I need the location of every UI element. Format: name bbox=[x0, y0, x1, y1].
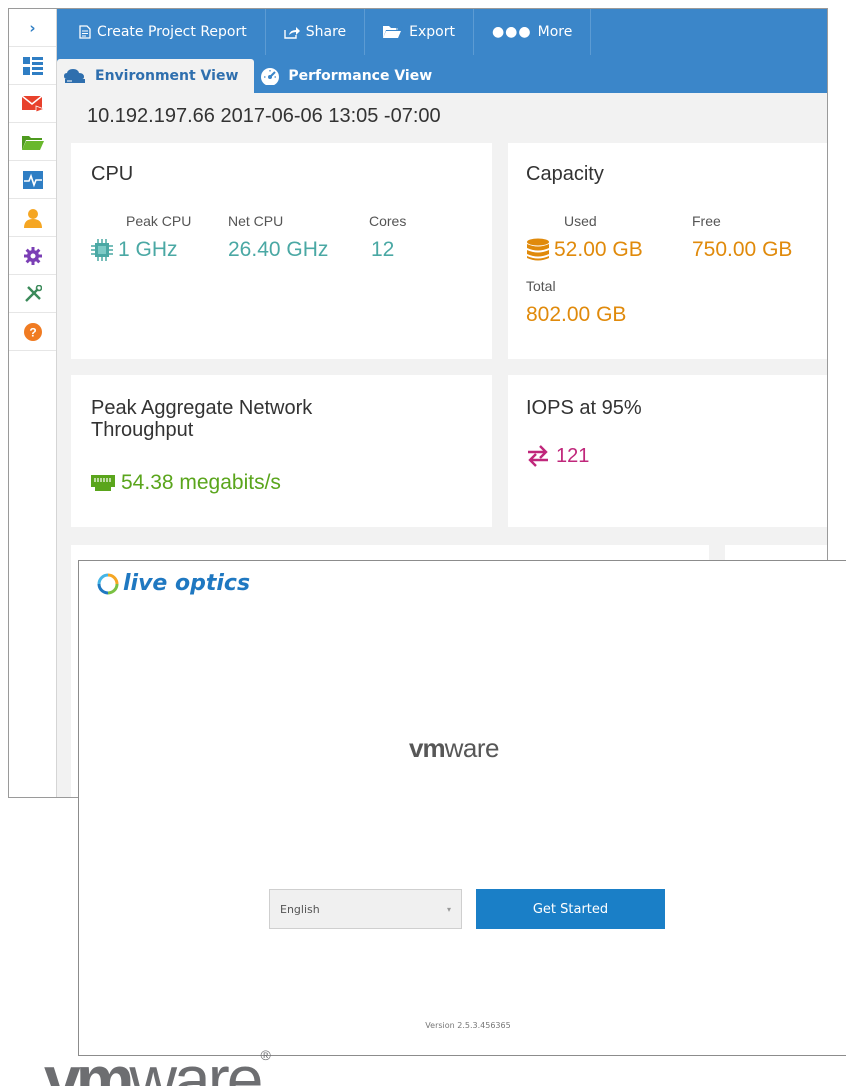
capacity-title: Capacity bbox=[526, 163, 604, 185]
vmware-wordmark-large: vmware® bbox=[44, 1022, 271, 1086]
launcher-window: live optics vmware English ▾ Get Started… bbox=[78, 560, 846, 1056]
document-icon bbox=[79, 25, 91, 39]
sidebar-item-activity[interactable] bbox=[9, 161, 56, 199]
sidebar: › ? bbox=[9, 9, 57, 797]
view-tabs: Environment View Performance View bbox=[57, 55, 827, 93]
tools-icon bbox=[24, 284, 42, 302]
cloud-server-icon bbox=[64, 69, 85, 83]
transfer-arrows-icon bbox=[528, 445, 548, 467]
create-report-button[interactable]: Create Project Report bbox=[61, 9, 266, 55]
peak-cpu-label: Peak CPU bbox=[126, 213, 192, 229]
database-icon bbox=[527, 238, 549, 261]
vmware-wordmark-ware: ware bbox=[129, 1042, 263, 1086]
vmware-wordmark-vm: vm bbox=[44, 1042, 134, 1086]
speedometer-icon bbox=[261, 68, 280, 85]
vmware-logo-vm: vm bbox=[409, 733, 446, 763]
sidebar-item-folder[interactable] bbox=[9, 123, 56, 161]
folder-icon bbox=[21, 135, 44, 150]
language-select-value: English bbox=[280, 902, 320, 916]
net-cpu-value: 26.40 GHz bbox=[228, 238, 329, 261]
export-button[interactable]: Export bbox=[365, 9, 474, 55]
cpu-card: CPU Peak CPU Net CPU Cores 1 GHz 26.40 G… bbox=[71, 143, 492, 359]
tab-performance-label: Performance View bbox=[288, 68, 433, 84]
sidebar-item-user[interactable] bbox=[9, 199, 56, 237]
toolbar: Create Project Report Share Export ●●● M… bbox=[57, 9, 827, 55]
activity-icon bbox=[22, 170, 43, 189]
more-dots-icon: ●●● bbox=[491, 24, 532, 40]
sidebar-item-settings[interactable] bbox=[9, 237, 56, 275]
export-label: Export bbox=[409, 24, 455, 40]
free-label: Free bbox=[692, 213, 721, 229]
sidebar-item-mail[interactable] bbox=[9, 85, 56, 123]
registered-mark: ® bbox=[260, 1047, 271, 1063]
total-label: Total bbox=[526, 278, 556, 294]
more-button[interactable]: ●●● More bbox=[474, 9, 592, 55]
share-icon bbox=[284, 26, 300, 39]
live-optics-logo: live optics bbox=[97, 571, 250, 596]
mail-icon bbox=[21, 95, 44, 112]
share-label: Share bbox=[305, 24, 347, 40]
get-started-button[interactable]: Get Started bbox=[476, 889, 665, 929]
used-label: Used bbox=[564, 213, 597, 229]
cpu-title: CPU bbox=[91, 163, 134, 185]
used-value: 52.00 GB bbox=[554, 238, 643, 261]
network-title-line2: Throughput bbox=[91, 419, 194, 441]
host-timestamp: 10.192.197.66 2017-06-06 13:05 -07:00 bbox=[87, 105, 441, 127]
net-cpu-label: Net CPU bbox=[228, 213, 284, 229]
network-port-icon bbox=[91, 475, 115, 491]
share-button[interactable]: Share bbox=[266, 9, 366, 55]
capacity-card: Capacity Used Free 52.00 GB 750.00 GB To… bbox=[508, 143, 827, 359]
sidebar-item-tools[interactable] bbox=[9, 275, 56, 313]
cores-value: 12 bbox=[371, 238, 395, 261]
cores-label: Cores bbox=[369, 213, 407, 229]
sidebar-item-dashboard[interactable] bbox=[9, 47, 56, 85]
tab-performance-view[interactable]: Performance View bbox=[254, 59, 448, 93]
settings-icon bbox=[23, 246, 42, 265]
chip-icon bbox=[91, 239, 113, 261]
more-label: More bbox=[537, 24, 573, 40]
help-icon: ? bbox=[23, 322, 42, 341]
network-value: 54.38 megabits/s bbox=[121, 471, 281, 494]
live-optics-wordmark: live optics bbox=[123, 571, 251, 596]
dashboard-icon bbox=[22, 56, 43, 75]
tab-environment-view[interactable]: Environment View bbox=[57, 59, 255, 93]
peak-cpu-value: 1 GHz bbox=[118, 238, 178, 261]
tab-environment-label: Environment View bbox=[95, 68, 239, 84]
iops-card: IOPS at 95% 121 bbox=[508, 375, 827, 527]
network-card: Peak Aggregate Network Throughput 54.38 … bbox=[71, 375, 492, 527]
create-report-label: Create Project Report bbox=[97, 24, 247, 40]
svg-text:?: ? bbox=[29, 325, 36, 339]
network-title-line1: Peak Aggregate Network bbox=[91, 397, 313, 419]
chevron-down-icon: ▾ bbox=[446, 904, 451, 914]
language-select[interactable]: English ▾ bbox=[269, 889, 462, 929]
chevron-right-icon: › bbox=[29, 18, 36, 37]
iops-value: 121 bbox=[556, 445, 590, 467]
total-value: 802.00 GB bbox=[526, 303, 627, 326]
iops-title: IOPS at 95% bbox=[526, 397, 642, 419]
vmware-logo: vmware bbox=[409, 733, 499, 764]
vmware-logo-ware: ware bbox=[444, 733, 500, 763]
user-icon bbox=[23, 208, 42, 228]
sidebar-item-help[interactable]: ? bbox=[9, 313, 56, 351]
folder-export-icon bbox=[383, 25, 404, 38]
sidebar-expand-button[interactable]: › bbox=[9, 9, 56, 47]
live-optics-swirl-icon bbox=[97, 573, 119, 594]
free-value: 750.00 GB bbox=[692, 238, 793, 261]
